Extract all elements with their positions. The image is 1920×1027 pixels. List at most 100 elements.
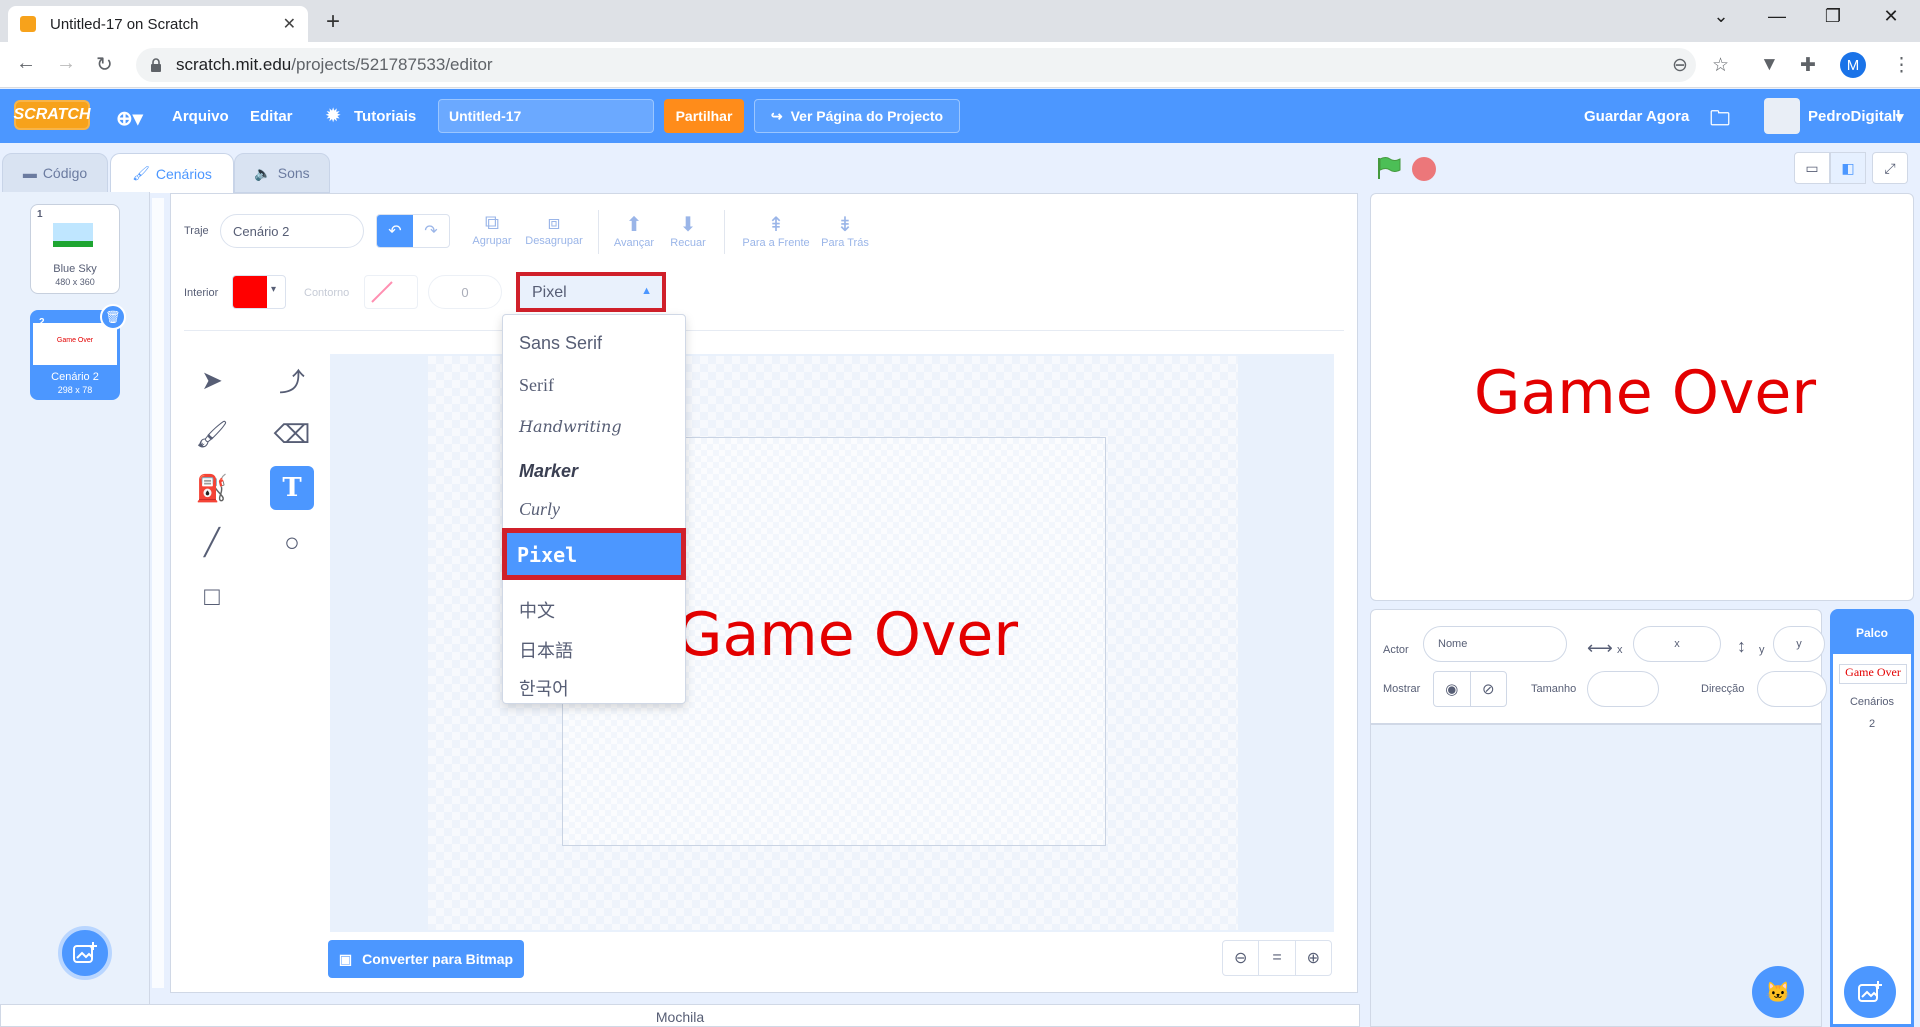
size-input[interactable] — [1587, 671, 1659, 707]
line-tool-icon[interactable]: ╱ — [190, 520, 234, 564]
fill-color-picker[interactable]: ▾ — [232, 275, 286, 309]
font-option-sans-serif[interactable]: Sans Serif — [519, 333, 602, 354]
fullscreen-icon[interactable]: ⤢ — [1872, 152, 1908, 184]
stage-selector[interactable]: Palco Game Over Cenários 2 — [1830, 609, 1914, 1027]
chrome-menu-icon[interactable]: ⋮ — [1892, 54, 1911, 77]
to-front-icon: ⇞ — [767, 214, 785, 236]
redo-icon[interactable]: ↷ — [413, 215, 449, 247]
extension-icon[interactable]: ▼ — [1760, 54, 1779, 76]
text-tool-icon[interactable]: T — [270, 466, 314, 510]
puzzle-icon[interactable]: ✚ — [1800, 54, 1816, 77]
backpack[interactable]: Mochila — [0, 1004, 1360, 1027]
zoom-reset-button[interactable]: = — [1259, 941, 1296, 975]
bookmark-star-icon[interactable]: ☆ — [1712, 54, 1729, 77]
x-arrows-icon: ⟷ — [1587, 638, 1613, 658]
to-front-button[interactable]: ⇞ Para a Frente — [736, 212, 816, 249]
add-sprite-cat-icon: 🐱 — [1765, 981, 1791, 1004]
delete-costume-icon[interactable]: 🗑 — [100, 304, 126, 330]
menu-tutorials[interactable]: Tutoriais — [354, 108, 416, 125]
x-input[interactable]: x — [1633, 626, 1721, 662]
user-avatar[interactable] — [1764, 98, 1800, 134]
green-flag-icon[interactable] — [1376, 156, 1402, 180]
small-stage-icon[interactable]: ▭ — [1794, 152, 1830, 184]
reload-icon[interactable]: ↻ — [96, 52, 113, 77]
font-option-serif[interactable]: Serif — [519, 375, 554, 396]
font-option-chinese[interactable]: 中文 — [519, 597, 555, 623]
normal-stage-icon[interactable]: ◧ — [1830, 152, 1866, 184]
minimize-icon[interactable]: — — [1762, 6, 1792, 27]
backward-button[interactable]: ⬇ Recuar — [666, 212, 710, 249]
see-project-label: Ver Página do Projecto — [790, 108, 944, 124]
reshape-tool-icon[interactable]: ⤴ — [270, 358, 314, 402]
backdrops-count: 2 — [1868, 718, 1876, 730]
new-tab-icon[interactable]: + — [326, 8, 340, 36]
close-window-icon[interactable]: ✕ — [1876, 6, 1906, 27]
tab-code[interactable]: ▬ Código — [2, 153, 108, 193]
back-icon[interactable]: ← — [16, 52, 36, 75]
select-tool-icon[interactable]: ➤ — [190, 358, 234, 402]
costume-name-input[interactable]: Cenário 2 — [220, 214, 364, 248]
direction-input[interactable] — [1757, 671, 1827, 707]
font-option-japanese[interactable]: 日本語 — [519, 637, 573, 663]
zoom-icon[interactable]: ⊖ — [1672, 54, 1688, 77]
brush-tool-icon[interactable]: 🖌 — [190, 412, 234, 456]
hide-eye-icon[interactable]: ⊘ — [1471, 672, 1507, 706]
costume-list-scrollbar[interactable] — [152, 198, 164, 988]
font-option-pixel-selected[interactable]: Pixel — [502, 528, 686, 580]
language-globe-icon[interactable]: ⊕▾ — [116, 106, 143, 131]
ungroup-button[interactable]: ⧈ Desagrupar — [522, 212, 586, 247]
add-sprite-button[interactable]: 🐱 — [1752, 966, 1804, 1018]
font-option-handwriting[interactable]: Handwriting — [519, 417, 622, 436]
sprite-name-input[interactable]: Nome — [1423, 626, 1567, 662]
group-button[interactable]: ⧉ Agrupar — [470, 212, 514, 247]
y-input[interactable]: y — [1773, 626, 1825, 662]
costume-size: 298 x 78 — [57, 385, 93, 395]
username[interactable]: PedroDigitall — [1808, 108, 1901, 125]
profile-avatar[interactable]: M — [1840, 52, 1866, 78]
ungroup-label: Desagrupar — [525, 235, 583, 247]
font-option-curly[interactable]: Curly — [519, 499, 560, 520]
canvas-text[interactable]: Game Over — [676, 600, 1018, 670]
scratch-logo[interactable]: SCRATCH — [13, 100, 91, 130]
eraser-tool-icon[interactable]: ⌫ — [270, 412, 314, 456]
browser-tab[interactable]: Untitled-17 on Scratch ✕ — [8, 6, 308, 42]
scratch-favicon-icon — [20, 16, 36, 32]
font-option-korean[interactable]: 한국어 — [519, 675, 569, 701]
zoom-in-icon[interactable]: ⊕ — [1296, 941, 1331, 975]
share-button[interactable]: Partilhar — [664, 99, 744, 133]
tab-search-icon[interactable]: ⌄ — [1706, 6, 1736, 27]
undo-icon[interactable]: ↶ — [377, 215, 413, 247]
rectangle-tool-icon[interactable]: □ — [190, 574, 234, 618]
convert-to-bitmap-button[interactable]: ▣ Converter para Bitmap — [328, 940, 524, 978]
menu-edit[interactable]: Editar — [250, 108, 293, 125]
url-field[interactable]: scratch.mit.edu/projects/521787533/edito… — [136, 48, 1696, 82]
to-back-button[interactable]: ⇟ Para Trás — [816, 212, 874, 249]
font-dropdown[interactable]: Pixel ▲ — [516, 272, 666, 312]
save-now-button[interactable]: Guardar Agora — [1584, 108, 1689, 125]
tab-sounds[interactable]: 🔈 Sons — [234, 153, 330, 193]
my-stuff-folder-icon[interactable]: 🗀 — [1710, 104, 1730, 138]
forward-button[interactable]: ⬆ Avançar — [612, 212, 656, 249]
fill-label: Interior — [184, 287, 219, 299]
see-project-page-button[interactable]: ↪ Ver Página do Projecto — [754, 99, 960, 133]
user-menu-caret-icon[interactable]: ▾ — [1896, 108, 1904, 126]
stage-selector-title: Palco — [1833, 612, 1911, 654]
close-tab-icon[interactable]: ✕ — [283, 14, 296, 34]
maximize-icon[interactable]: ❐ — [1818, 6, 1848, 27]
add-costume-button[interactable] — [58, 926, 112, 980]
circle-tool-icon[interactable]: ○ — [270, 520, 314, 564]
outline-color-picker[interactable] — [364, 275, 418, 309]
add-backdrop-button[interactable] — [1844, 966, 1896, 1018]
direction-label: Direcção — [1701, 683, 1745, 695]
forward-icon[interactable]: → — [56, 52, 76, 75]
menu-file[interactable]: Arquivo — [172, 108, 229, 125]
outline-width-input[interactable]: 0 — [428, 275, 502, 309]
stop-icon[interactable] — [1412, 157, 1436, 181]
zoom-out-icon[interactable]: ⊖ — [1223, 941, 1260, 975]
fill-tool-icon[interactable]: ⛽ — [190, 466, 234, 510]
tab-costumes[interactable]: 🖌 Cenários — [110, 153, 234, 193]
show-eye-icon[interactable]: ◉ — [1434, 672, 1471, 706]
font-option-marker[interactable]: Marker — [519, 461, 578, 482]
costume-item[interactable]: 1 Blue Sky 480 x 360 — [30, 204, 120, 294]
project-title-input[interactable]: Untitled-17 — [438, 99, 654, 133]
